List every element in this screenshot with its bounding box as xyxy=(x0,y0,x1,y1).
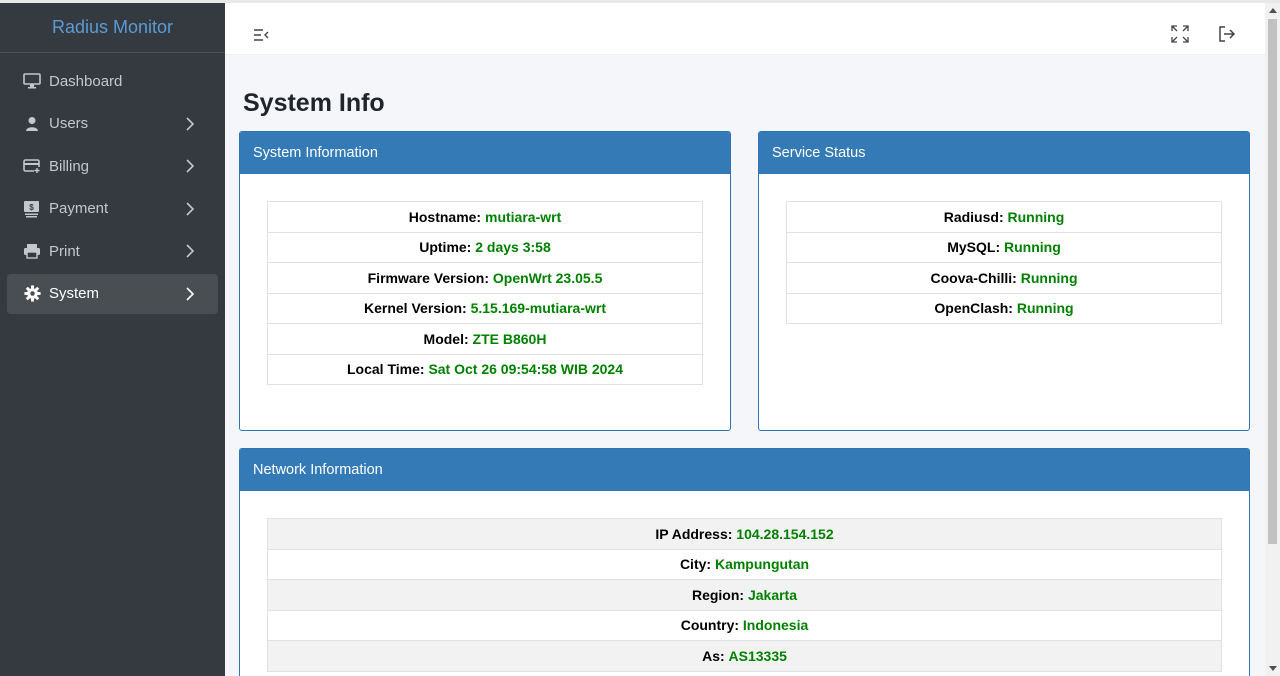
network-information-card: Network Information IP Address: 104.28.1… xyxy=(239,448,1250,676)
table-row: OpenClash: Running xyxy=(786,292,1222,324)
service-status-card: Service Status Radiusd: Running MySQL: R… xyxy=(758,131,1250,431)
row-label: Model: xyxy=(423,330,469,347)
sidebar-item-label: Print xyxy=(49,242,80,260)
network-info-table: IP Address: 104.28.154.152 City: Kampung… xyxy=(267,518,1222,672)
sidebar-item-print[interactable]: Print xyxy=(7,231,218,271)
row-value: mutiara-wrt xyxy=(485,208,562,225)
row-value: Running xyxy=(1020,269,1078,286)
sidebar-item-label: System xyxy=(49,285,100,303)
row-label: Radiusd: xyxy=(943,208,1004,225)
printer-icon xyxy=(22,241,42,261)
sidebar-item-dashboard[interactable]: Dashboard xyxy=(7,61,218,101)
card-header: System Information xyxy=(240,132,730,174)
fullscreen-icon[interactable] xyxy=(1171,25,1189,43)
row-label: Coova-Chilli: xyxy=(930,269,1017,286)
scroll-thumb[interactable] xyxy=(1268,19,1277,544)
page-title: System Info xyxy=(243,89,385,117)
user-icon xyxy=(22,114,42,134)
sidebar-item-label: Users xyxy=(49,115,89,133)
sidebar-item-system[interactable]: System xyxy=(7,273,218,314)
sidebar-item-billing[interactable]: Billing xyxy=(7,146,218,186)
row-label: Firmware Version: xyxy=(367,269,490,286)
brand-title[interactable]: Radius Monitor xyxy=(0,3,225,53)
chevron-right-icon xyxy=(186,244,195,258)
chevron-right-icon xyxy=(186,202,195,216)
chevron-right-icon xyxy=(186,159,195,173)
table-row: Uptime: 2 days 3:58 xyxy=(267,231,703,263)
row-value: 104.28.154.152 xyxy=(736,525,834,542)
table-row: Hostname: mutiara-wrt xyxy=(267,201,703,233)
card-header: Service Status xyxy=(759,132,1249,174)
money-icon: $ xyxy=(22,199,42,219)
scroll-down-arrow-icon[interactable] xyxy=(1269,666,1277,671)
row-value: Indonesia xyxy=(742,617,809,634)
row-label: Hostname: xyxy=(408,208,482,225)
row-label: OpenClash: xyxy=(934,300,1013,317)
service-status-table: Radiusd: Running MySQL: Running Coova-Ch… xyxy=(786,201,1222,324)
table-row: Firmware Version: OpenWrt 23.05.5 xyxy=(267,262,703,294)
table-row: Region: Jakarta xyxy=(267,579,1222,611)
row-value: Kampungutan xyxy=(714,556,810,573)
row-label: Local Time: xyxy=(347,361,425,378)
svg-text:$: $ xyxy=(29,203,34,212)
vertical-scrollbar[interactable] xyxy=(1265,3,1280,676)
row-value: Running xyxy=(1016,300,1074,317)
table-row: Country: Indonesia xyxy=(267,609,1222,641)
sidebar-item-label: Billing xyxy=(49,157,90,175)
gear-icon xyxy=(22,284,42,304)
sidebar-item-label: Dashboard xyxy=(49,72,123,90)
sidebar-nav: Dashboard Users Billing $ Payment Print … xyxy=(0,53,225,325)
menu-collapse-icon[interactable] xyxy=(253,28,269,42)
row-label: IP Address: xyxy=(655,525,733,542)
table-row: MySQL: Running xyxy=(786,231,1222,263)
row-value: ZTE B860H xyxy=(472,330,547,347)
credit-card-icon xyxy=(22,156,42,176)
table-row: IP Address: 104.28.154.152 xyxy=(267,518,1222,550)
chevron-right-icon xyxy=(186,287,195,301)
chevron-right-icon xyxy=(186,117,195,131)
monitor-icon xyxy=(22,71,42,91)
row-label: Uptime: xyxy=(419,239,472,256)
table-row: As: AS13335 xyxy=(267,640,1222,672)
row-value: AS13335 xyxy=(728,647,787,664)
sidebar-item-payment[interactable]: $ Payment xyxy=(7,189,218,229)
table-row: Local Time: Sat Oct 26 09:54:58 WIB 2024 xyxy=(267,353,703,385)
row-value: OpenWrt 23.05.5 xyxy=(492,269,603,286)
row-value: Running xyxy=(1004,239,1061,256)
table-row: Coova-Chilli: Running xyxy=(786,262,1222,294)
table-row: City: Kampungutan xyxy=(267,548,1222,580)
row-label: Country: xyxy=(680,617,740,634)
system-info-table: Hostname: mutiara-wrt Uptime: 2 days 3:5… xyxy=(267,201,703,385)
sidebar-item-users[interactable]: Users xyxy=(7,104,218,144)
top-navbar xyxy=(225,3,1265,55)
main-content: System Info System Information Hostname:… xyxy=(225,3,1265,676)
logout-icon[interactable] xyxy=(1218,25,1236,43)
row-label: As: xyxy=(702,647,725,664)
sidebar: Radius Monitor Dashboard Users Billing $ xyxy=(0,3,225,676)
row-value: Jakarta xyxy=(747,586,798,603)
card-header: Network Information xyxy=(240,449,1249,491)
sidebar-item-label: Payment xyxy=(49,200,109,218)
row-label: City: xyxy=(679,556,712,573)
table-row: Model: ZTE B860H xyxy=(267,323,703,355)
row-label: MySQL: xyxy=(947,239,1001,256)
table-row: Radiusd: Running xyxy=(786,201,1222,233)
row-value: Sat Oct 26 09:54:58 WIB 2024 xyxy=(428,361,623,378)
scroll-up-arrow-icon[interactable] xyxy=(1269,8,1277,13)
system-information-card: System Information Hostname: mutiara-wrt… xyxy=(239,131,731,431)
row-label: Kernel Version: xyxy=(364,300,467,317)
row-value: 5.15.169-mutiara-wrt xyxy=(470,300,606,317)
row-value: 2 days 3:58 xyxy=(475,239,551,256)
row-value: Running xyxy=(1007,208,1065,225)
table-row: Kernel Version: 5.15.169-mutiara-wrt xyxy=(267,292,703,324)
row-label: Region: xyxy=(691,586,745,603)
